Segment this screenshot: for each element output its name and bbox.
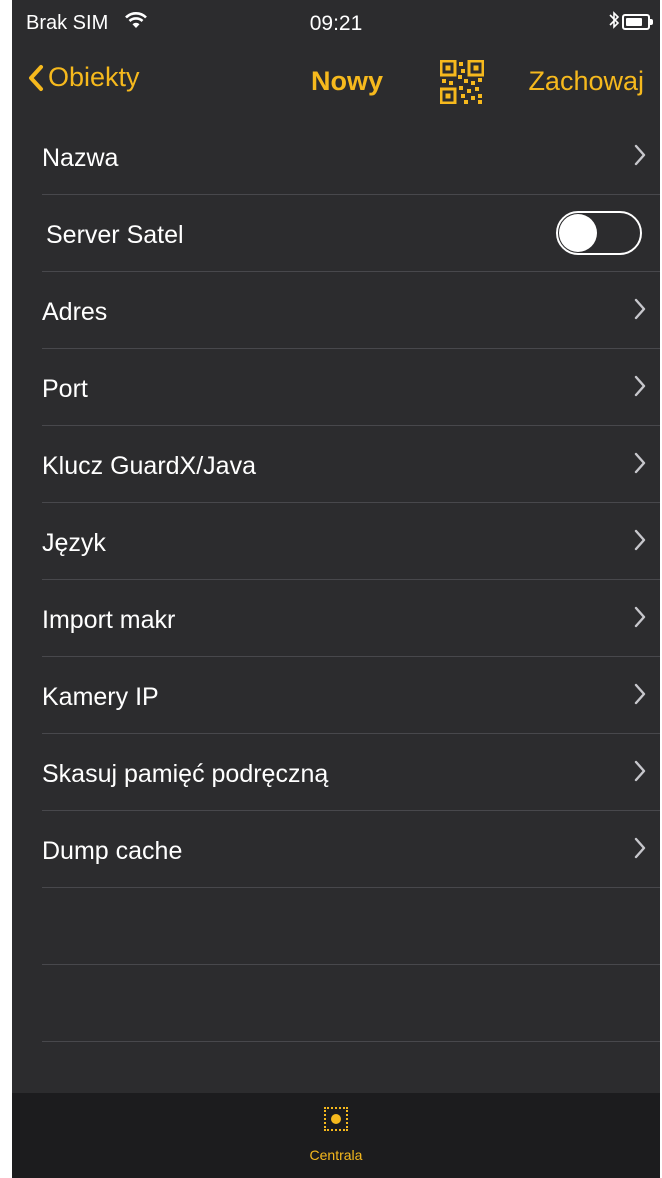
chevron-left-icon <box>29 64 43 91</box>
back-button[interactable]: Obiekty <box>28 62 140 93</box>
empty-row <box>12 965 660 1042</box>
list-item-kamery-ip[interactable]: Kamery IP <box>12 657 660 734</box>
list-item-label: Dump cache <box>42 837 183 865</box>
list-item-label: Nazwa <box>42 144 119 172</box>
server-satel-toggle[interactable] <box>556 211 642 255</box>
chevron-right-icon <box>634 760 646 782</box>
empty-row <box>12 888 660 965</box>
chevron-right-icon <box>634 837 646 859</box>
chevron-right-icon <box>634 298 646 320</box>
tab-bar: Centrala <box>12 1093 660 1178</box>
save-button[interactable]: Zachowaj <box>528 66 644 97</box>
chevron-right-icon <box>634 375 646 397</box>
chevron-right-icon <box>634 683 646 705</box>
centrala-icon <box>324 1107 348 1131</box>
list-item-skasuj-pamiec[interactable]: Skasuj pamięć podręczną <box>12 734 660 811</box>
tab-centrala[interactable]: Centrala <box>286 1107 386 1175</box>
list-item-label: Klucz GuardX/Java <box>42 452 256 480</box>
list-item-label: Kamery IP <box>42 683 159 711</box>
back-label: Obiekty <box>48 62 140 92</box>
chevron-right-icon <box>634 529 646 551</box>
list-item-server-satel: Server Satel <box>12 195 660 272</box>
list-item-label: Język <box>42 529 106 557</box>
navigation-bar: Obiekty Nowy Zachowaj <box>12 44 660 118</box>
status-bar: Brak SIM 09:21 <box>12 0 660 44</box>
list-item-nazwa[interactable]: Nazwa <box>12 118 660 195</box>
list-item-port[interactable]: Port <box>12 349 660 426</box>
page-title: Nowy <box>310 66 383 96</box>
qr-code-icon[interactable] <box>439 59 485 105</box>
chevron-right-icon <box>634 144 646 166</box>
phone-screen: Brak SIM 09:21 Obiekty Nowy Zachowaj Naz… <box>12 0 660 1178</box>
toggle-knob <box>559 214 597 252</box>
list-item-label: Adres <box>42 298 108 326</box>
list-item-label: Import makr <box>42 606 176 634</box>
settings-list: Nazwa Server Satel Adres Port Klucz Guar… <box>12 118 660 1042</box>
list-item-jezyk[interactable]: Język <box>12 503 660 580</box>
battery-icon <box>622 14 653 30</box>
list-item-label: Skasuj pamięć podręczną <box>42 760 329 788</box>
bluetooth-icon <box>608 10 620 36</box>
tab-label: Centrala <box>309 1147 363 1163</box>
list-item-adres[interactable]: Adres <box>12 272 660 349</box>
clock: 09:21 <box>309 12 363 35</box>
list-item-label: Server Satel <box>46 221 184 249</box>
chevron-right-icon <box>634 606 646 628</box>
divider <box>42 1041 660 1042</box>
list-item-dump-cache[interactable]: Dump cache <box>12 811 660 888</box>
list-item-klucz-guardx-java[interactable]: Klucz GuardX/Java <box>12 426 660 503</box>
list-item-import-makr[interactable]: Import makr <box>12 580 660 657</box>
list-item-label: Port <box>42 375 88 403</box>
chevron-right-icon <box>634 452 646 474</box>
